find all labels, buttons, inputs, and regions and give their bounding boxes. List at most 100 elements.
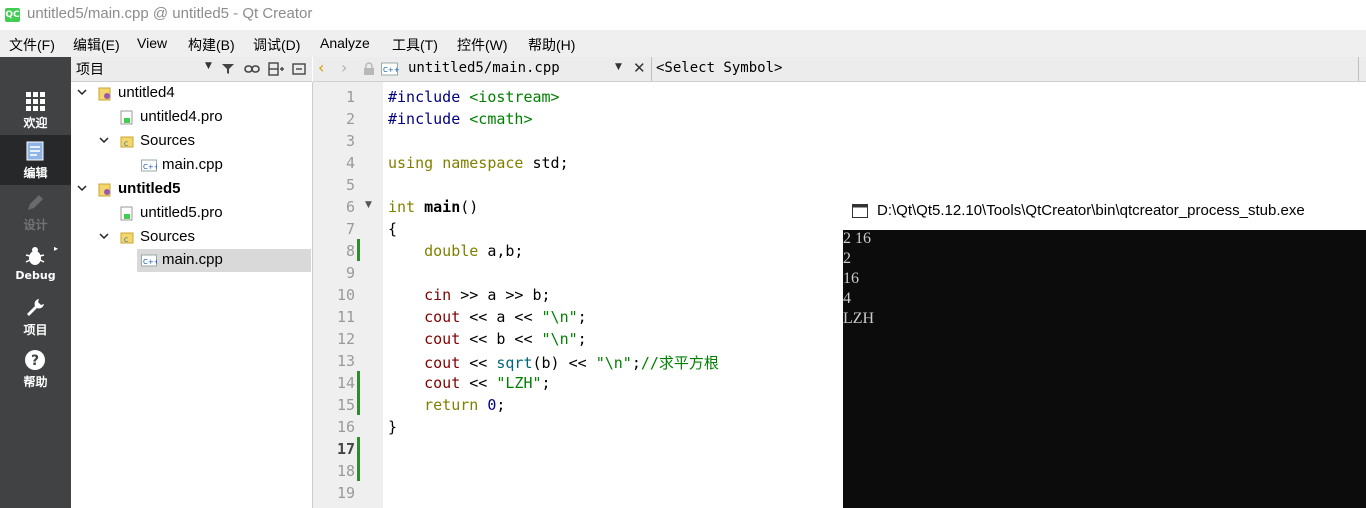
menu-analyze[interactable]: Analyze (320, 35, 370, 51)
open-file-selector[interactable]: untitled5/main.cpp (408, 60, 560, 76)
forward-arrow-icon[interactable]: › (341, 58, 347, 77)
line-number: 7 (345, 220, 355, 238)
tree-item-untitled5[interactable]: untitled5 (71, 178, 311, 202)
chevron-down-icon[interactable] (99, 135, 109, 145)
toolbar-divider (651, 57, 652, 81)
code-line: cin >> a >> b; (424, 286, 551, 304)
fold-marker-icon[interactable]: ▼ (365, 200, 372, 210)
line-number: 1 (345, 88, 355, 106)
mode-edit-label: 编辑 (23, 166, 48, 180)
pro-file-icon (120, 206, 133, 221)
source-folder-icon: C (120, 232, 134, 244)
editor-toolbar: ‹ › C++ untitled5/main.cpp ▼ ✕ <Select S… (313, 57, 1366, 82)
console-output-line: 4 (843, 290, 851, 307)
cpp-file-icon: C++ (381, 62, 399, 76)
console-window[interactable] (843, 193, 1366, 508)
line-number: 14 (336, 374, 355, 392)
chevron-down-icon[interactable] (99, 231, 109, 241)
mode-help[interactable]: ? 帮助 (0, 344, 71, 394)
code-line: } (388, 418, 398, 436)
svg-text:C++: C++ (383, 66, 399, 74)
chevron-down-icon[interactable]: ▼ (205, 61, 212, 71)
mode-projects-label: 项目 (23, 323, 48, 337)
pro-file-icon (120, 110, 133, 125)
chevron-down-icon[interactable] (77, 87, 87, 97)
mode-help-label: 帮助 (23, 375, 48, 389)
project-panel-toolbar: 项目 ▼ (71, 57, 312, 82)
tree-item-sources[interactable]: C Sources (71, 130, 311, 154)
code-line: cout << a << "\n"; (424, 308, 587, 326)
svg-text:C: C (124, 141, 128, 148)
tree-item-main-cpp-selected[interactable]: C++ main.cpp (137, 249, 311, 272)
tree-item-sources[interactable]: C Sources (71, 226, 311, 250)
project-icon (98, 87, 111, 101)
mode-projects[interactable]: 项目 (0, 292, 71, 342)
mode-design[interactable]: 设计 (0, 187, 71, 237)
tree-item-label: Sources (140, 228, 196, 245)
close-icon[interactable]: ✕ (633, 59, 646, 77)
tree-item-untitled5-pro[interactable]: untitled5.pro (71, 202, 311, 226)
tree-item-label: untitled5.pro (140, 204, 223, 221)
console-output-line: LZH (843, 310, 875, 327)
tree-item-main-cpp[interactable]: C++ main.cpp (71, 154, 311, 178)
document-icon (26, 141, 44, 161)
line-number-gutter: 1 2 3 4 5 6 7 8 9 10 11 12 13 14 15 16 1… (313, 82, 383, 508)
menu-edit[interactable]: 编辑(E) (73, 35, 120, 55)
code-editor[interactable]: #include <iostream> #include <cmath> usi… (383, 82, 843, 508)
line-number: 6 (345, 198, 355, 216)
link-icon[interactable] (244, 62, 260, 76)
code-line: #include <cmath> (388, 110, 533, 128)
code-line: { (388, 220, 398, 238)
console-output-line: 2 (843, 250, 851, 267)
console-output-line: 2 16 (843, 230, 871, 247)
menu-help[interactable]: 帮助(H) (528, 35, 575, 55)
line-number-current: 17 (336, 440, 355, 458)
wrench-icon (27, 299, 44, 316)
lock-icon[interactable] (363, 62, 375, 76)
console-output-line: 16 (843, 270, 859, 287)
line-number: 4 (345, 154, 355, 172)
line-number: 18 (336, 462, 355, 480)
line-number: 5 (345, 176, 355, 194)
menu-file[interactable]: 文件(F) (9, 35, 55, 55)
split-icon[interactable] (268, 62, 284, 76)
source-folder-icon: C (120, 136, 134, 148)
console-title: D:\Qt\Qt5.12.10\Tools\QtCreator\bin\qtcr… (877, 202, 1305, 219)
pencil-icon (28, 195, 43, 210)
menu-debug[interactable]: 调试(D) (253, 35, 300, 55)
tree-item-label: main.cpp (162, 251, 223, 268)
menu-tools[interactable]: 工具(T) (392, 35, 438, 55)
chevron-down-icon[interactable]: ▼ (615, 62, 622, 72)
tree-item-untitled4[interactable]: untitled4 (71, 82, 311, 106)
menu-controls[interactable]: 控件(W) (457, 35, 508, 55)
back-arrow-icon[interactable]: ‹ (318, 58, 324, 77)
code-line: cout << "LZH"; (424, 374, 551, 392)
line-number: 13 (336, 352, 355, 370)
menu-view[interactable]: View (137, 35, 167, 51)
mode-debug[interactable]: ▸ Debug (0, 240, 71, 290)
line-number: 12 (336, 330, 355, 348)
line-number: 9 (345, 264, 355, 282)
mode-edit[interactable]: 编辑 (0, 135, 71, 185)
qt-creator-logo-icon: QC (5, 8, 20, 22)
project-view-selector[interactable]: 项目 (76, 59, 104, 79)
mode-design-label: 设计 (23, 218, 48, 232)
tree-item-label: Sources (140, 132, 196, 149)
close-pane-icon[interactable] (292, 62, 306, 76)
bug-icon (25, 247, 45, 265)
console-window-icon (852, 204, 868, 218)
symbol-selector[interactable]: <Select Symbol> (656, 60, 782, 76)
line-number: 3 (345, 132, 355, 150)
help-icon: ? (25, 350, 45, 370)
mode-welcome-label: 欢迎 (23, 116, 48, 130)
tree-item-label: untitled5 (118, 180, 181, 197)
chevron-down-icon[interactable] (77, 183, 87, 193)
mode-welcome[interactable]: 欢迎 (0, 85, 71, 135)
title-bar: QC untitled5/main.cpp @ untitled5 - Qt C… (0, 0, 1366, 30)
change-marker (357, 371, 360, 415)
line-number: 11 (336, 308, 355, 326)
filter-icon[interactable] (221, 62, 235, 76)
menu-bar: 文件(F) 编辑(E) View 构建(B) 调试(D) Analyze 工具(… (0, 30, 1366, 57)
tree-item-untitled4-pro[interactable]: untitled4.pro (71, 106, 311, 130)
menu-build[interactable]: 构建(B) (188, 35, 235, 55)
